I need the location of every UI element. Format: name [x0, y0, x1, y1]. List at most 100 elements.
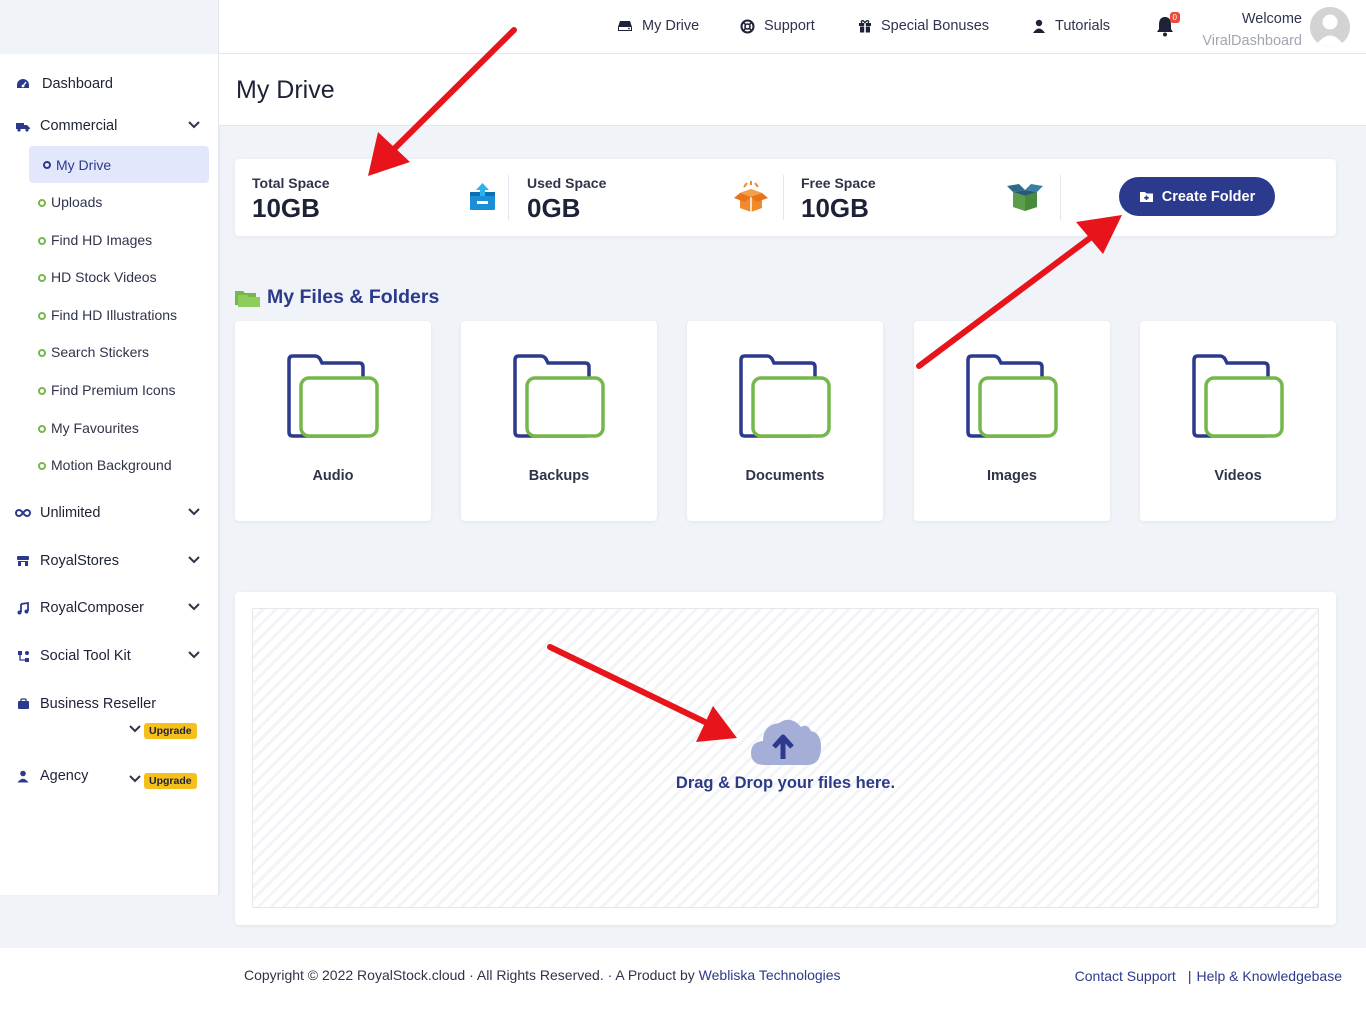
sidebar-subitem-label: Find HD Illustrations	[51, 307, 178, 323]
divider	[1060, 175, 1061, 220]
dropzone-text: Drag & Drop your files here.	[675, 774, 896, 792]
sidebar-subitem-label: Find Premium Icons	[51, 382, 176, 398]
sidebar-subitem-search-stickers[interactable]: Search Stickers	[38, 344, 149, 360]
sidebar-item-commercial[interactable]: Commercial	[14, 118, 200, 134]
sidebar-item-unlimited[interactable]: Unlimited	[14, 505, 200, 521]
sidebar-subitem-motion-background[interactable]: Motion Background	[38, 457, 172, 473]
support-icon	[740, 19, 755, 33]
folder-card-backups[interactable]: Backups	[461, 321, 657, 521]
contact-support-link[interactable]: Contact Support	[1075, 968, 1176, 984]
sidebar-subitem-label: Search Stickers	[51, 344, 150, 360]
create-folder-label: Create Folder	[1161, 188, 1256, 205]
sidebar-item-royalcomposer[interactable]: RoyalComposer	[14, 600, 200, 616]
agency-user-icon	[14, 769, 32, 783]
sidebar-subitem-find-hd-images[interactable]: Find HD Images	[38, 232, 152, 248]
header-nav-label: My Drive	[642, 18, 700, 34]
sidebar-subitem-my-drive[interactable]: My Drive	[29, 146, 209, 183]
upgrade-badge[interactable]: Upgrade	[144, 773, 197, 789]
chevron-down-icon[interactable]	[129, 725, 141, 733]
sidebar-subitem-find-premium-icons[interactable]: Find Premium Icons	[38, 382, 175, 398]
sidebar-subitem-find-hd-illustrations[interactable]: Find HD Illustrations	[38, 307, 177, 323]
stat-used-space: Used Space 0GB	[527, 175, 606, 224]
briefcase-icon	[14, 697, 32, 711]
sidebar-subitem-hd-stock-videos[interactable]: HD Stock Videos	[38, 269, 157, 285]
share-icon	[14, 649, 32, 663]
stat-value: 10GB	[252, 193, 320, 223]
gift-icon	[859, 20, 871, 33]
folder-icon	[739, 354, 831, 438]
footer: Copyright © 2022 RoyalStock.cloud · All …	[0, 948, 1366, 1011]
folder-name: Backups	[528, 468, 590, 484]
sidebar-item-label: Business Reseller	[40, 696, 157, 712]
truck-icon	[14, 119, 32, 133]
folder-card-videos[interactable]: Videos	[1140, 321, 1336, 521]
drive-icon	[618, 21, 632, 31]
notifications-button[interactable]: 0	[1155, 12, 1180, 37]
stat-total-space: Total Space 10GB	[252, 175, 330, 224]
bullet-icon	[38, 386, 46, 395]
folder-card-documents[interactable]: Documents	[687, 321, 883, 521]
file-dropzone[interactable]: Drag & Drop your files here.	[252, 608, 1319, 908]
chevron-down-icon	[188, 603, 200, 611]
upgrade-badge[interactable]: Upgrade	[144, 723, 197, 739]
folder-plus-icon	[1139, 191, 1153, 202]
folder-card-audio[interactable]: Audio	[235, 321, 431, 521]
sidebar-item-label: Unlimited	[40, 505, 101, 521]
user-icon	[1033, 19, 1045, 33]
header-nav-label: Support	[764, 18, 815, 34]
sidebar-item-business-reseller[interactable]: Business Reseller	[14, 696, 200, 712]
sidebar-subitem-label: Find HD Images	[51, 232, 153, 248]
files-section-title: My Files & Folders	[235, 286, 439, 309]
sidebar-subitem-label: My Drive	[56, 156, 112, 173]
bullet-icon	[38, 424, 46, 433]
folder-icon	[966, 354, 1058, 438]
open-box-icon	[734, 181, 768, 212]
create-folder-button[interactable]: Create Folder	[1119, 177, 1275, 216]
folder-name: Images	[987, 468, 1037, 484]
company-link[interactable]: Webliska Technologies	[699, 967, 841, 983]
sidebar-item-label: Commercial	[40, 118, 118, 134]
sidebar-item-royalstores[interactable]: RoyalStores	[14, 553, 200, 569]
sidebar-subitem-uploads[interactable]: Uploads	[38, 194, 102, 210]
upload-card: Drag & Drop your files here.	[235, 592, 1336, 925]
header-nav-support[interactable]: Support	[740, 18, 815, 34]
copyright-text: Copyright © 2022 RoyalStock.cloud · All …	[244, 967, 841, 983]
infinity-icon	[14, 506, 32, 520]
sidebar-item-agency[interactable]: Agency	[14, 768, 128, 784]
divider	[508, 175, 509, 220]
stat-value: 0GB	[527, 193, 581, 223]
sidebar-item-dashboard[interactable]: Dashboard	[14, 76, 200, 92]
folder-card-images[interactable]: Images	[914, 321, 1110, 521]
header-nav-special-bonuses[interactable]: Special Bonuses	[858, 18, 989, 34]
divider	[783, 175, 784, 220]
sidebar-subitem-label: Uploads	[51, 194, 103, 210]
user-welcome: Welcome ViralDashboard	[1202, 8, 1302, 52]
footer-separator: |	[1187, 968, 1192, 984]
sidebar-item-label: Agency	[40, 768, 89, 784]
footer-links: Contact Support | Help & Knowledgebase	[1075, 968, 1342, 984]
bullet-icon	[38, 348, 46, 357]
stat-label: Free Space	[801, 175, 876, 191]
dashboard-icon	[14, 77, 32, 91]
top-header: My Drive Support Special Bonuses Tutoria…	[219, 0, 1366, 54]
header-nav-my-drive[interactable]: My Drive	[617, 18, 699, 34]
sidebar-subitem-label: My Favourites	[51, 420, 139, 436]
chevron-down-icon	[188, 556, 200, 564]
avatar[interactable]	[1310, 7, 1350, 47]
cloud-upload-icon	[751, 719, 821, 765]
welcome-label: Welcome	[1241, 11, 1302, 27]
sidebar-subitem-label: Motion Background	[51, 457, 172, 473]
header-nav-tutorials[interactable]: Tutorials	[1032, 18, 1110, 34]
storage-box-icon	[470, 183, 495, 210]
sidebar-subitem-my-favourites[interactable]: My Favourites	[38, 420, 139, 436]
sidebar-subitem-label: HD Stock Videos	[51, 269, 157, 285]
sidebar: Dashboard Commercial My Drive Uploads Fi…	[0, 0, 219, 895]
music-note-icon	[14, 601, 32, 615]
notification-count-badge: 0	[1169, 12, 1180, 23]
folder-icon	[287, 354, 379, 438]
chevron-down-icon[interactable]	[129, 775, 141, 783]
stat-label: Total Space	[252, 175, 330, 191]
chevron-down-icon	[188, 121, 200, 129]
help-knowledgebase-link[interactable]: Help & Knowledgebase	[1196, 968, 1342, 984]
sidebar-item-social-tool-kit[interactable]: Social Tool Kit	[14, 648, 200, 664]
